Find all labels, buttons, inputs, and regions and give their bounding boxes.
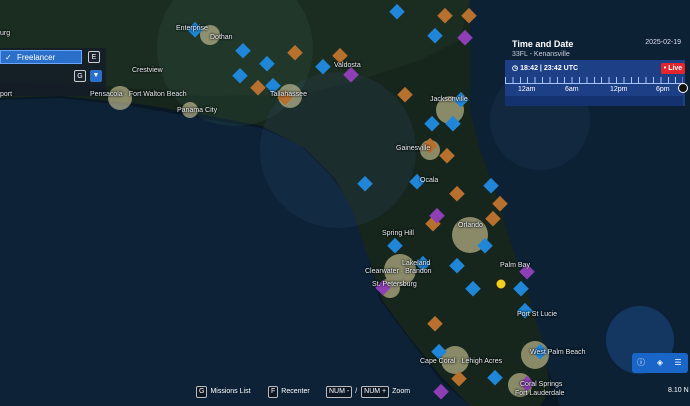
city-label: Jacksonville	[430, 96, 468, 103]
city-label: Ocala	[420, 177, 439, 184]
zoom-separator: /	[355, 388, 358, 395]
timeline-daylight-row	[505, 96, 683, 106]
recenter-key: F	[268, 386, 279, 398]
tick-label: 6am	[565, 86, 579, 93]
city-label: Clearwater · Brandon	[365, 268, 432, 275]
recenter-hint[interactable]: F Recenter	[268, 386, 310, 398]
city-label: Panama City	[177, 107, 218, 114]
city-label: Dothan	[210, 34, 233, 41]
city-label: Fort Lauderdale	[515, 390, 565, 397]
city-label: Pensacola · Fort Walton Beach	[90, 91, 187, 98]
scale-readout: 8.10 N	[668, 387, 689, 394]
city-label: Cape Coral · Lehigh Acres	[420, 358, 503, 365]
partial-text: urg	[0, 30, 11, 37]
clock-icon: ◷	[512, 65, 521, 72]
city-label: Spring Hill	[382, 230, 414, 237]
missions-list-hint[interactable]: G Missions List	[196, 386, 251, 398]
recenter-label: Recenter	[281, 388, 310, 395]
location-label: 33FL - Kenansville	[512, 51, 570, 58]
city-label: Gainesville	[396, 145, 431, 152]
timeline-ticks	[505, 77, 683, 84]
freelancer-key-hint: E	[88, 51, 100, 63]
zoom-out-key: NUM -	[326, 386, 353, 398]
tick-label: 12am	[518, 86, 536, 93]
city-label: Valdosta	[334, 62, 361, 69]
city-label: Orlando	[458, 222, 483, 229]
freelancer-filter[interactable]: ✓ Freelancer	[0, 50, 82, 64]
city-label: Enterprise	[176, 25, 208, 32]
city-label: Port St Lucie	[517, 311, 558, 318]
zoom-hint[interactable]: NUM - / NUM + Zoom	[326, 386, 410, 398]
city-label: Palm Bay	[500, 262, 530, 269]
zoom-in-key: NUM +	[361, 386, 390, 398]
panel-title: Time and Date	[512, 39, 574, 49]
clock-readout: ◷ 18:42 | 23:42 UTC	[512, 65, 579, 72]
tick-label: 6pm	[656, 86, 670, 93]
tick-label: 12pm	[610, 86, 628, 93]
missions-key-hint: G	[74, 70, 86, 82]
current-date: 2025-02-19	[645, 39, 681, 46]
menu-icon[interactable]: ☰	[672, 357, 684, 369]
city-label: port	[0, 91, 13, 98]
freelancer-label: Freelancer	[17, 53, 56, 62]
settings-icon[interactable]	[678, 83, 688, 93]
info-icon[interactable]: ⓘ	[635, 357, 647, 369]
missions-list-label: Missions List	[210, 388, 251, 395]
chevron-down-icon[interactable]: ▼	[90, 70, 102, 82]
zoom-label: Zoom	[392, 388, 411, 395]
map-toolbar: ⓘ ◈ ☰	[632, 353, 688, 373]
missions-list-key: G	[196, 386, 208, 398]
city-label: West Palm Beach	[530, 349, 586, 356]
city-label: Tallahassee	[270, 91, 307, 98]
city-label: Lakeland	[402, 260, 431, 267]
city-label: Crestview	[132, 67, 163, 74]
live-button[interactable]: • Live	[661, 63, 685, 74]
check-icon: ✓	[5, 53, 12, 62]
city-label: Coral Springs	[520, 381, 563, 388]
city-label: St. Petersburg	[372, 281, 417, 288]
layers-icon[interactable]: ◈	[654, 357, 666, 369]
